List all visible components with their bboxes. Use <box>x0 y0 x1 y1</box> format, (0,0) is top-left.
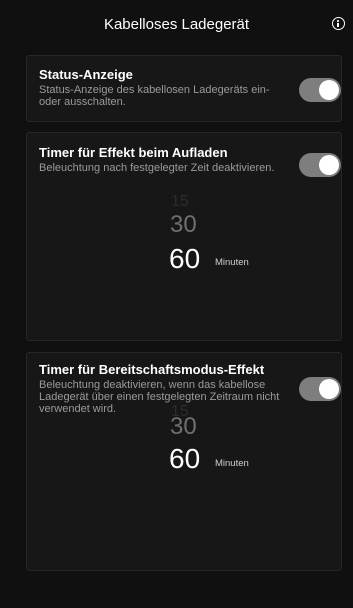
standby-effect-timer-toggle[interactable] <box>299 377 341 401</box>
picker-unit-label: Minuten <box>215 257 249 268</box>
picker-unit-label: Minuten <box>215 458 249 469</box>
standby-effect-minutes-picker[interactable]: 15 30 60 Minuten <box>27 403 343 511</box>
toggle-knob <box>319 80 339 100</box>
page-title: Kabelloses Ladegerät <box>103 16 250 33</box>
picker-selected-value[interactable]: 60 <box>169 443 200 475</box>
info-icon[interactable] <box>332 17 345 30</box>
picker-option[interactable]: 30 <box>170 211 197 239</box>
charging-effect-timer-toggle[interactable] <box>299 153 341 177</box>
charging-effect-minutes-picker[interactable]: 15 30 60 Minuten <box>27 189 343 279</box>
picker-option[interactable]: 15 <box>171 193 189 211</box>
charging-effect-timer-title: Timer für Effekt beim Aufladen <box>39 145 228 160</box>
picker-selected-value[interactable]: 60 <box>169 243 200 275</box>
status-indicator-title: Status-Anzeige <box>39 67 133 82</box>
toggle-knob <box>319 379 339 399</box>
card-charging-effect-timer: Timer für Effekt beim Aufladen Beleuchtu… <box>26 132 342 341</box>
standby-effect-timer-title: Timer für Bereitschaftsmodus-Effekt <box>39 362 265 377</box>
status-indicator-toggle[interactable] <box>299 78 341 102</box>
charging-effect-timer-description: Beleuchtung nach festgelegter Zeit deakt… <box>39 162 275 174</box>
card-status-indicator: Status-Anzeige Status-Anzeige des kabell… <box>26 55 342 122</box>
picker-option[interactable]: 30 <box>170 413 197 441</box>
toggle-knob <box>319 155 339 175</box>
standby-effect-timer-description: Beleuchtung deaktivieren, wenn das kabel… <box>39 379 280 415</box>
header: Kabelloses Ladegerät <box>0 0 353 48</box>
status-indicator-description: Status-Anzeige des kabellosen Ladegeräts… <box>39 84 270 108</box>
card-standby-effect-timer: Timer für Bereitschaftsmodus-Effekt Bele… <box>26 352 342 571</box>
